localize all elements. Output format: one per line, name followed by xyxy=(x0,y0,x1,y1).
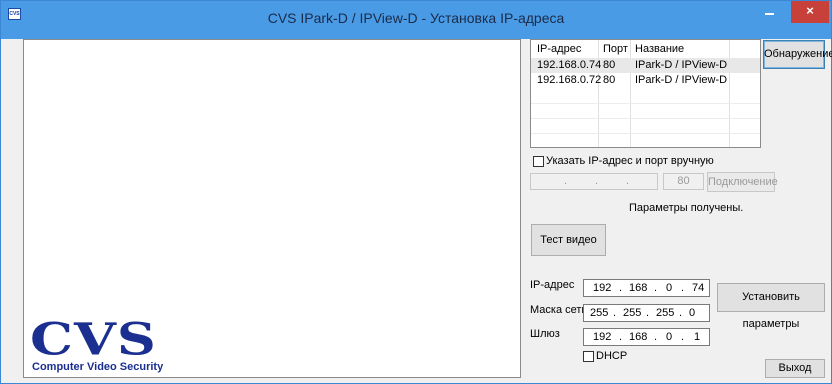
row-port: 80 xyxy=(603,59,616,71)
octet-separator: . xyxy=(613,307,617,319)
octet-separator: . xyxy=(681,282,685,294)
ip-address-label: IP-адрес xyxy=(530,279,575,291)
octet-separator: . xyxy=(626,175,630,187)
row-divider xyxy=(531,118,760,119)
octet: 168 xyxy=(629,331,648,343)
manual-ip-checkbox[interactable] xyxy=(533,156,544,167)
column-header-name[interactable]: Название xyxy=(635,42,684,57)
title-bar[interactable]: CVS CVS IPark-D / IPView-D - Установка I… xyxy=(1,1,831,39)
close-icon[interactable]: × xyxy=(791,1,829,23)
main-window: CVS CVS IPark-D / IPView-D - Установка I… xyxy=(0,0,832,384)
octet-separator: . xyxy=(654,282,658,294)
row-ip: 192.168.0.72 xyxy=(537,74,602,86)
row-name: IPark-D / IPView-D xyxy=(635,59,728,71)
octet-separator: . xyxy=(679,307,683,319)
window-title: CVS IPark-D / IPView-D - Установка IP-ад… xyxy=(267,10,565,26)
manual-port-field: 80 xyxy=(663,173,704,190)
connect-button: Подключение xyxy=(707,172,778,192)
octet: 74 xyxy=(692,282,705,294)
octet: 168 xyxy=(629,282,648,294)
cvs-logo-subtitle: Computer Video Security xyxy=(32,361,164,373)
row-divider xyxy=(531,103,760,104)
set-parameters-button[interactable]: Установить параметры xyxy=(717,283,825,330)
device-list-header: IP-адрес Порт Название xyxy=(531,42,760,57)
exit-button[interactable]: Выход xyxy=(765,359,825,378)
device-list[interactable]: IP-адрес Порт Название 192.168.0.74 80 I… xyxy=(530,39,761,148)
row-name: IPark-D / IPView-D xyxy=(635,74,728,86)
subnet-mask-field[interactable]: 255 . 255 . 255 . 0 xyxy=(583,304,710,322)
manual-ip-field: . . . xyxy=(530,173,658,190)
row-ip: 192.168.0.74 xyxy=(537,59,602,71)
subnet-mask-label: Маска сети xyxy=(530,304,588,316)
column-header-ip[interactable]: IP-адрес xyxy=(537,42,581,57)
octet-separator: . xyxy=(681,331,685,343)
gateway-label: Шлюз xyxy=(530,328,560,340)
column-header-port[interactable]: Порт xyxy=(603,42,628,57)
octet-separator: . xyxy=(619,331,623,343)
table-row[interactable]: 192.168.0.74 80 IPark-D / IPView-D xyxy=(531,58,760,73)
octet-separator: . xyxy=(595,175,599,187)
manual-ip-label[interactable]: Указать IP-адрес и порт вручную xyxy=(546,155,714,167)
octet: 1 xyxy=(694,331,701,343)
octet: 255 xyxy=(590,307,609,319)
minimize-icon[interactable] xyxy=(757,1,783,23)
row-port: 80 xyxy=(603,74,616,86)
octet: 0 xyxy=(689,307,696,319)
ip-address-field[interactable]: 192 . 168 . 0 . 74 xyxy=(583,279,710,297)
test-video-button[interactable]: Тест видео xyxy=(531,224,606,256)
octet: 255 xyxy=(623,307,642,319)
octet: 0 xyxy=(666,331,673,343)
dhcp-checkbox[interactable] xyxy=(583,351,594,362)
cvs-logo: CVS xyxy=(30,312,157,366)
octet-separator: . xyxy=(619,282,623,294)
octet-separator: . xyxy=(654,331,658,343)
octet-separator: . xyxy=(646,307,650,319)
octet: 192 xyxy=(593,282,612,294)
octet-separator: . xyxy=(564,175,568,187)
table-row[interactable]: 192.168.0.72 80 IPark-D / IPView-D xyxy=(531,73,760,88)
octet: 192 xyxy=(593,331,612,343)
octet: 0 xyxy=(666,282,673,294)
discover-button[interactable]: Обнаружение xyxy=(763,40,832,69)
status-message: Параметры получены. xyxy=(629,202,744,214)
gateway-field[interactable]: 192 . 168 . 0 . 1 xyxy=(583,328,710,346)
row-divider xyxy=(531,133,760,134)
client-area: CVS Computer Video Security IP-адрес Пор… xyxy=(8,39,832,379)
dhcp-label[interactable]: DHCP xyxy=(596,350,627,362)
video-preview-panel: CVS Computer Video Security xyxy=(23,39,521,378)
octet: 255 xyxy=(656,307,675,319)
